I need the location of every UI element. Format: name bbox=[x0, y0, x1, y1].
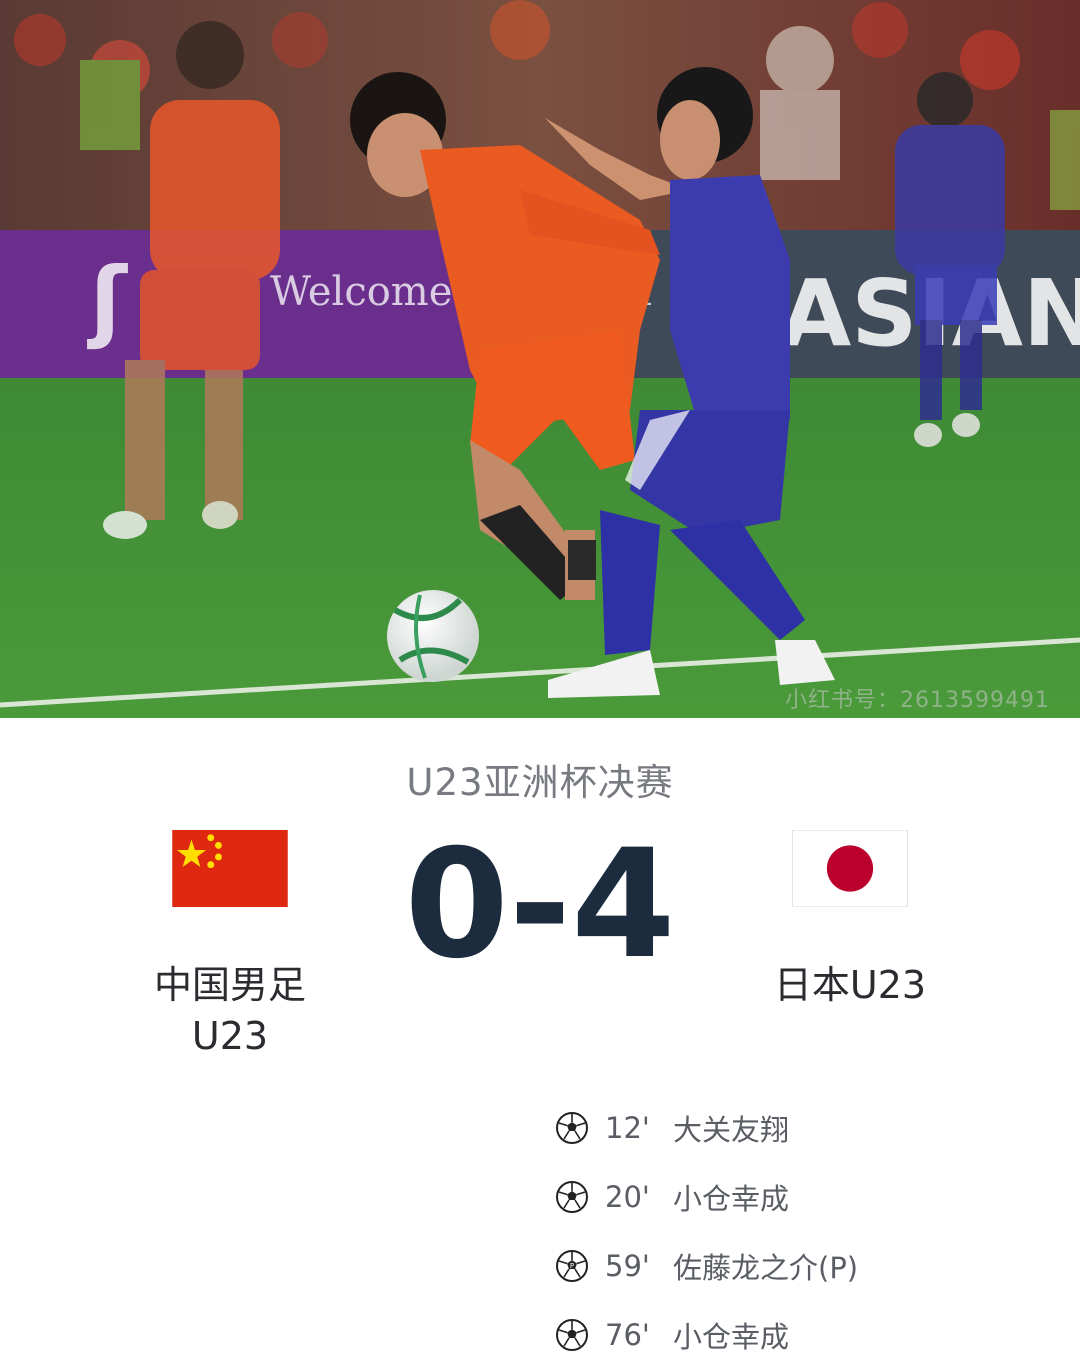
soccer-ball-icon bbox=[556, 1112, 588, 1144]
goal-scorer: 小仓幸成 bbox=[673, 1182, 790, 1216]
china-flag-icon bbox=[172, 830, 288, 907]
goal-scorer: 佐藤龙之介(P) bbox=[673, 1251, 859, 1285]
goal-scorer: 小仓幸成 bbox=[673, 1320, 790, 1354]
match-title: U23亚洲杯决赛 bbox=[406, 761, 674, 804]
goal-minute: 20' bbox=[605, 1180, 650, 1214]
soccer-ball-icon bbox=[556, 1181, 588, 1213]
japan-flag-icon bbox=[792, 830, 908, 907]
away-team-name: 日本U23 bbox=[773, 963, 927, 1007]
goal-row: 76' 小仓幸成 bbox=[555, 1315, 789, 1355]
goal-scorer: 大关友翔 bbox=[673, 1113, 790, 1147]
watermark-text: 小红书号：2613599491 bbox=[785, 688, 1050, 713]
penalty-ball-icon: P bbox=[556, 1250, 588, 1282]
home-team-name: 中国男足 U23 bbox=[153, 963, 306, 1058]
svg-text:ʃ: ʃ bbox=[87, 248, 128, 351]
soccer-ball-icon bbox=[556, 1319, 588, 1351]
goal-minute: 76' bbox=[605, 1318, 650, 1352]
svg-text:P: P bbox=[570, 1262, 574, 1270]
match-photo: ʃ Welcome to Arabia ASIAN bbox=[0, 0, 1080, 718]
goal-row: P 59' 佐藤龙之介(P) bbox=[555, 1246, 858, 1286]
match-score: 0-4 bbox=[404, 818, 676, 992]
goal-minute: 59' bbox=[605, 1249, 650, 1283]
goal-row: 12' 大关友翔 bbox=[555, 1108, 789, 1148]
goal-row: 20' 小仓幸成 bbox=[555, 1177, 789, 1217]
match-photo-illustration: ʃ Welcome to Arabia ASIAN bbox=[0, 0, 1080, 718]
goal-minute: 12' bbox=[605, 1111, 650, 1145]
